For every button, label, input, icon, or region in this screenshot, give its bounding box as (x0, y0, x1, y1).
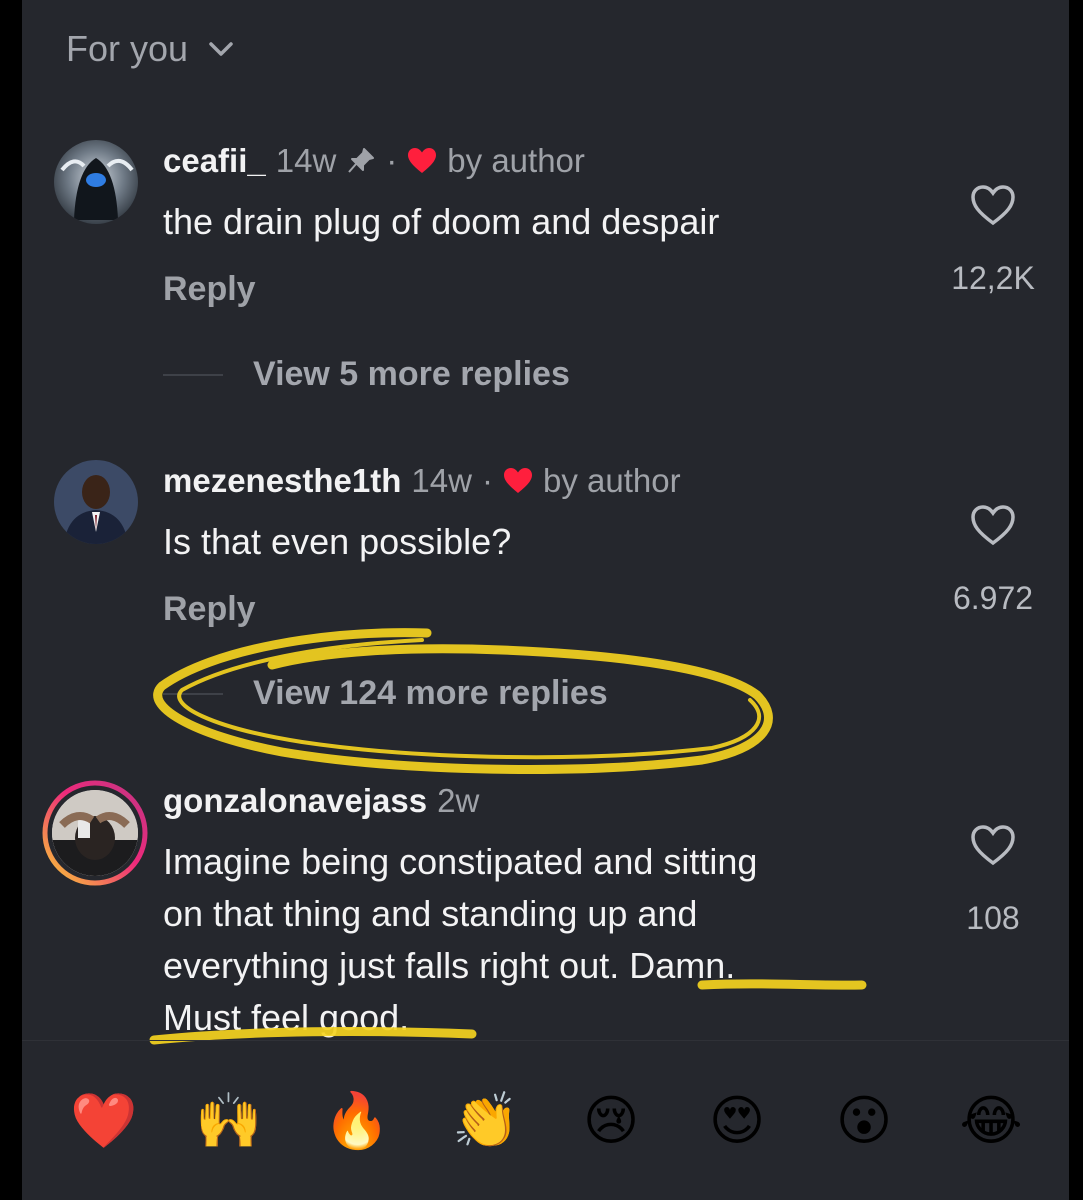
heart-outline-icon (971, 505, 1015, 546)
emoji-crying-face[interactable]: 😢 (579, 1089, 643, 1153)
like-count: 6.972 (952, 580, 1034, 616)
author-like-label: by author (542, 462, 681, 499)
separator-dot: · (386, 142, 398, 179)
like-count: 12,2K (951, 260, 1035, 296)
emoji-reaction-bar: ❤️ 🙌 🔥 👏 😢 😍 😮 😂 (22, 1040, 1069, 1200)
emoji-clapping-hands[interactable]: 👏 (452, 1089, 519, 1153)
comment-username[interactable]: gonzalonavejass (163, 782, 427, 820)
reply-button[interactable]: Reply (163, 270, 256, 309)
author-heart-icon (503, 468, 532, 493)
comment-time: 14w (275, 142, 337, 179)
like-count: 108 (966, 900, 1020, 936)
comment-header: ceafii_ 14w · by author (163, 142, 585, 180)
emoji-fire[interactable]: 🔥 (323, 1089, 390, 1153)
comment-text: Is that even possible? (163, 521, 512, 562)
avatar[interactable] (54, 140, 138, 224)
heart-outline-icon (971, 825, 1015, 866)
comment-username[interactable]: mezenesthe1th (163, 462, 401, 500)
emoji-raising-hands[interactable]: 🙌 (195, 1089, 262, 1153)
divider-line (163, 692, 223, 695)
view-more-label: View 5 more replies (253, 355, 570, 393)
like-button[interactable]: 6.972 (933, 504, 1053, 617)
emoji-tears-of-joy[interactable]: 😂 (959, 1089, 1023, 1153)
comment-header: gonzalonavejass 2w (163, 782, 479, 820)
separator-dot: · (481, 462, 493, 499)
comment-text: Imagine being constipated and sitting on… (163, 836, 923, 1044)
feed-filter-label: For you (66, 28, 189, 69)
reply-button[interactable]: Reply (163, 590, 256, 629)
comment-header: mezenesthe1th 14w · by author (163, 462, 681, 500)
comment-text: the drain plug of doom and despair (163, 201, 720, 242)
avatar-story-ring[interactable] (42, 780, 148, 886)
comment-time: 14w (411, 462, 472, 499)
comment-username[interactable]: ceafii_ (163, 142, 266, 180)
comment-text-line: Imagine being constipated and sitting (163, 841, 758, 882)
like-button[interactable]: 12,2K (933, 184, 1053, 297)
like-button[interactable]: 108 (933, 824, 1053, 937)
author-like-label: by author (447, 142, 585, 179)
author-heart-icon (408, 148, 437, 173)
emoji-heart-eyes[interactable]: 😍 (705, 1089, 769, 1153)
comments-panel: For you ceafii_ 14w · by author the drai… (22, 0, 1069, 1200)
view-more-replies[interactable]: View 5 more replies (163, 355, 570, 394)
emoji-red-heart[interactable]: ❤️ (70, 1089, 137, 1153)
comment-text-line: everything just falls right out. Damn. (163, 945, 736, 986)
divider-line (163, 373, 223, 376)
chevron-down-icon (209, 42, 233, 56)
pin-icon (348, 148, 375, 173)
comment-text-line: on that thing and standing up and (163, 893, 698, 934)
avatar[interactable] (54, 460, 138, 544)
feed-filter-dropdown[interactable]: For you (66, 28, 236, 70)
comment-time: 2w (437, 782, 480, 819)
heart-outline-icon (971, 185, 1015, 226)
view-more-replies[interactable]: View 124 more replies (163, 674, 608, 713)
emoji-surprised-face[interactable]: 😮 (832, 1089, 896, 1153)
comment-text-line: Must feel good. (163, 997, 410, 1038)
view-more-label: View 124 more replies (253, 674, 608, 712)
